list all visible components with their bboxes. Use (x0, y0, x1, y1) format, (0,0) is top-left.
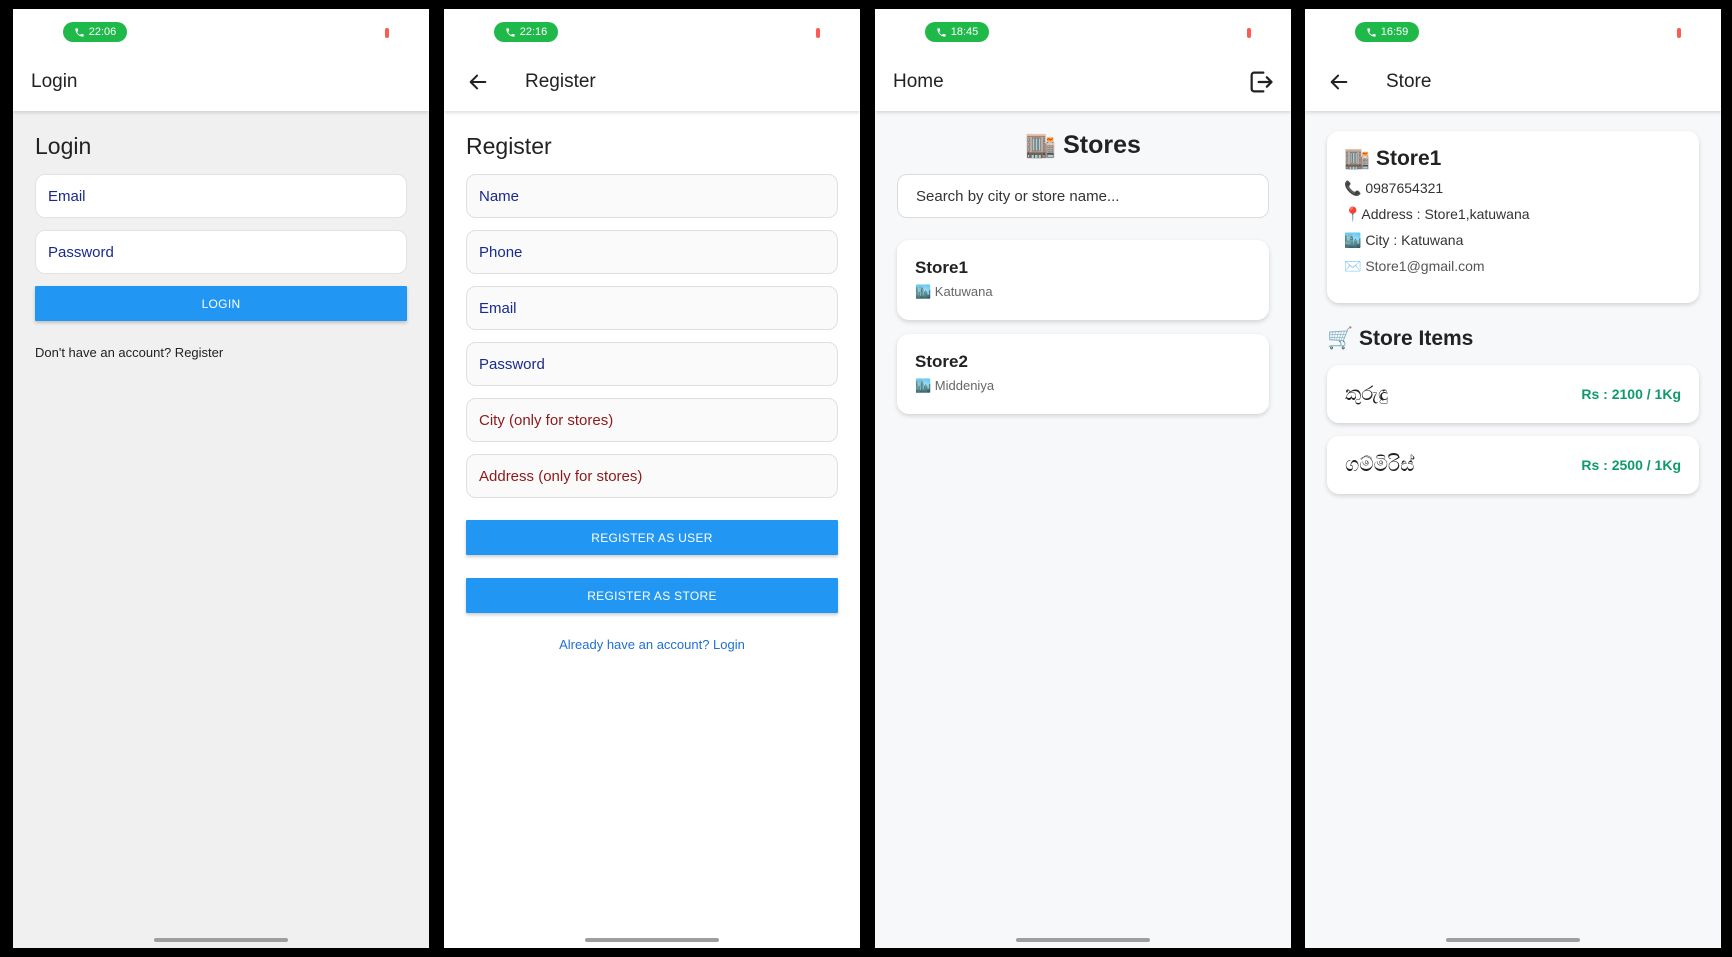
gesture-bar[interactable] (585, 938, 719, 942)
item-name: කුරුඳු (1345, 382, 1389, 405)
logout-icon[interactable] (1247, 68, 1275, 96)
store-card[interactable]: Store2 🏙️ Middeniya (897, 334, 1269, 414)
app-bar: Home (875, 53, 1291, 111)
app-bar: Login (13, 53, 429, 111)
store-name: Store1 (915, 258, 968, 277)
phone-icon (75, 27, 84, 37)
store-items-heading: 🛒 Store Items (1327, 327, 1474, 350)
gesture-bar[interactable] (154, 938, 288, 942)
ongoing-call-pill[interactable]: 16:59 (1355, 22, 1419, 42)
password-field[interactable]: Password (35, 230, 407, 274)
store-email[interactable]: ✉️ Store1@gmail.com (1344, 258, 1682, 275)
home-screen: 18:45 Home 🏬 Stores Search by city or st… (875, 9, 1291, 948)
address-field[interactable]: Address (only for stores) (466, 454, 838, 498)
recording-indicator (816, 28, 820, 38)
name-field[interactable]: Name (466, 174, 838, 218)
status-time: 18:45 (950, 26, 979, 38)
page-title: Register (466, 133, 552, 159)
app-bar: Store (1305, 53, 1721, 111)
status-time: 22:06 (88, 26, 117, 38)
register-screen: 22:16 Register Register Name Phone Email… (444, 9, 860, 948)
store-name: Store2 (915, 352, 968, 371)
ongoing-call-pill[interactable]: 22:16 (494, 22, 558, 42)
arrow-left-icon[interactable] (456, 60, 500, 104)
store-content: 🏬 Store1 📞 0987654321 📍Address : Store1,… (1305, 111, 1721, 948)
arrow-left-icon[interactable] (1317, 60, 1361, 104)
phone-field[interactable]: Phone (466, 230, 838, 274)
status-bar: 16:59 (1305, 9, 1721, 53)
store-name: 🏬 Store1 (1344, 147, 1442, 170)
appbar-title: Login (31, 71, 78, 92)
appbar-title: Store (1386, 71, 1432, 92)
page-title: Login (35, 133, 92, 159)
status-bar: 18:45 (875, 9, 1291, 53)
login-link[interactable]: Already have an account? Login (466, 637, 838, 652)
ongoing-call-pill[interactable]: 18:45 (925, 22, 989, 42)
status-bar: 22:06 (13, 9, 429, 53)
register-link[interactable]: Don't have an account? Register (35, 345, 407, 360)
login-button[interactable]: LOGIN (35, 286, 407, 321)
search-input[interactable]: Search by city or store name... (897, 174, 1269, 218)
store-address: 📍Address : Store1,katuwana (1344, 206, 1530, 222)
store-city: 🏙️ Katuwana (915, 284, 993, 299)
item-name: ගම්මිරිස් (1345, 453, 1415, 476)
stores-heading: 🏬 Stores (1025, 131, 1141, 159)
phone-icon (506, 27, 515, 37)
status-time: 22:16 (519, 26, 548, 38)
login-form: Login Email Password LOGIN Don't have an… (13, 111, 429, 948)
item-price: Rs : 2100 / 1Kg (1581, 386, 1681, 402)
ongoing-call-pill[interactable]: 22:06 (63, 22, 127, 42)
item-price: Rs : 2500 / 1Kg (1581, 457, 1681, 473)
store-phone[interactable]: 📞 0987654321 (1344, 180, 1682, 197)
status-bar: 22:16 (444, 9, 860, 53)
phone-icon (937, 27, 946, 37)
phone-icon (1367, 27, 1376, 37)
store-item-card[interactable]: කුරුඳු Rs : 2100 / 1Kg (1327, 365, 1699, 423)
recording-indicator (1247, 28, 1251, 38)
home-content: 🏬 Stores Search by city or store name...… (875, 111, 1291, 948)
city-field[interactable]: City (only for stores) (466, 398, 838, 442)
password-field[interactable]: Password (466, 342, 838, 386)
store-item-card[interactable]: ගම්මිරිස් Rs : 2500 / 1Kg (1327, 436, 1699, 494)
app-bar: Register (444, 53, 860, 111)
register-user-button[interactable]: REGISTER AS USER (466, 520, 838, 555)
email-field[interactable]: Email (466, 286, 838, 330)
gesture-bar[interactable] (1446, 938, 1580, 942)
login-screen: 22:06 Login Login Email Password LOGIN D… (13, 9, 429, 948)
register-form: Register Name Phone Email Password City … (444, 111, 860, 948)
store-city: 🏙️ City : Katuwana (1344, 232, 1464, 248)
store-screen: 16:59 Store 🏬 Store1 📞 0987654321 📍Addre… (1305, 9, 1721, 948)
appbar-title: Home (893, 71, 944, 92)
recording-indicator (1677, 28, 1681, 38)
store-detail-card: 🏬 Store1 📞 0987654321 📍Address : Store1,… (1327, 131, 1699, 303)
gesture-bar[interactable] (1016, 938, 1150, 942)
register-store-button[interactable]: REGISTER AS STORE (466, 578, 838, 613)
store-city: 🏙️ Middeniya (915, 378, 995, 393)
recording-indicator (385, 28, 389, 38)
store-card[interactable]: Store1 🏙️ Katuwana (897, 240, 1269, 320)
email-field[interactable]: Email (35, 174, 407, 218)
status-time: 16:59 (1380, 26, 1409, 38)
appbar-title: Register (525, 71, 596, 92)
